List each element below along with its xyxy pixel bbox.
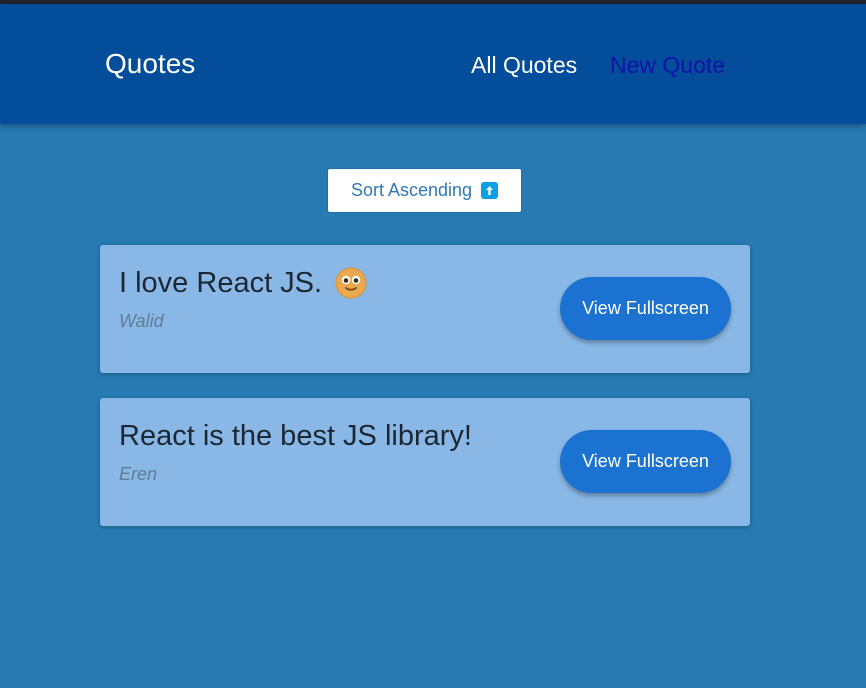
main-content: Sort Ascending I love React JS. Walid Vi… — [0, 124, 866, 688]
app-logo: Quotes — [105, 48, 196, 79]
nav-link-all-quotes[interactable]: All Quotes — [471, 51, 577, 79]
smiling-face-icon — [335, 267, 367, 299]
quote-text: I love React JS. — [119, 267, 323, 299]
nav-link-new-quote[interactable]: New Quote — [610, 51, 725, 79]
arrow-up-icon — [481, 182, 499, 199]
view-fullscreen-button[interactable]: View Fullscreen — [560, 277, 731, 340]
quote-author: Eren — [119, 464, 158, 484]
quote-author: Walid — [119, 311, 164, 331]
quote-text: React is the best JS library! — [119, 420, 472, 452]
sort-button-label: Sort Ascending — [350, 180, 473, 200]
view-fullscreen-button[interactable]: View Fullscreen — [560, 430, 731, 493]
quote-card: React is the best JS library! Eren View … — [100, 398, 750, 526]
sort-button[interactable]: Sort Ascending — [327, 168, 522, 213]
app-header: Quotes All Quotes New Quote — [0, 4, 866, 124]
quote-card: I love React JS. Walid View Fullscreen — [100, 245, 750, 373]
